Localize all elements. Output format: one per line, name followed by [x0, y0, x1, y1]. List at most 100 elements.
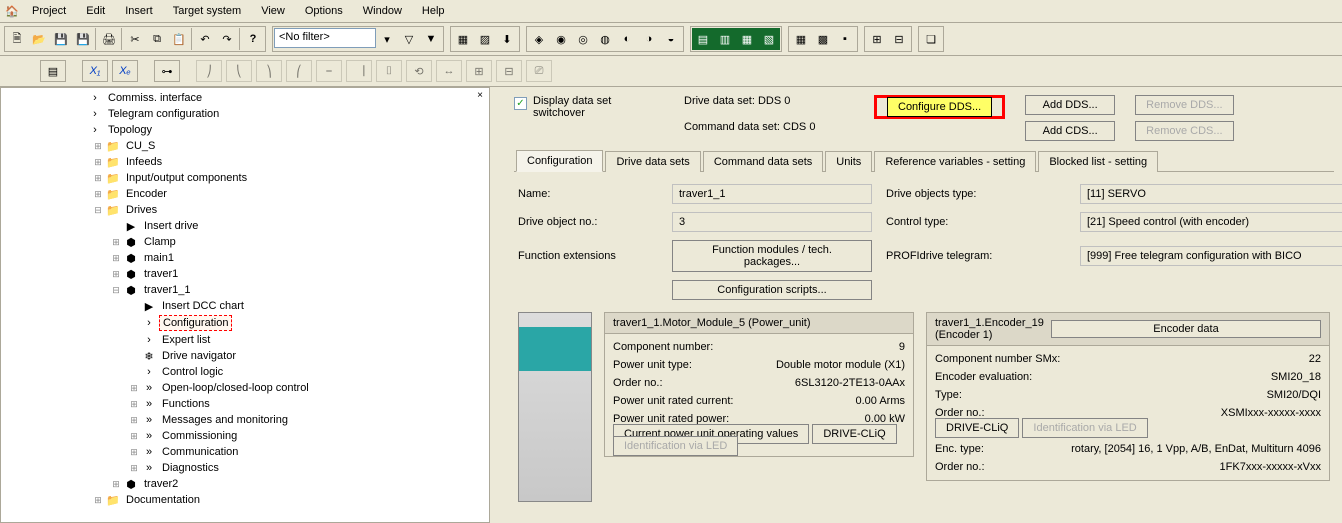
tree-close-icon[interactable]: × [473, 90, 487, 104]
menu-edit[interactable]: Edit [78, 2, 113, 20]
tree-label[interactable]: Clamp [141, 235, 179, 249]
tree-label[interactable]: main1 [141, 251, 177, 265]
tree-node[interactable]: ⊞⬢traver2 [5, 476, 489, 492]
sbtn-x1[interactable]: X₁ [82, 60, 108, 82]
filter-bold-icon[interactable]: ▼ [420, 28, 442, 50]
tree-label[interactable]: traver1_1 [141, 283, 193, 297]
tree-node[interactable]: ⊟📁Drives [5, 202, 489, 218]
tree-expander-icon[interactable]: ⊞ [109, 268, 123, 280]
grid2-icon[interactable]: ▩ [812, 28, 834, 50]
tree-expander-icon[interactable]: ⊞ [91, 494, 105, 506]
tree-label[interactable]: traver2 [141, 477, 181, 491]
disconnect-icon[interactable]: ▨ [474, 28, 496, 50]
tab-blocked-list[interactable]: Blocked list - setting [1038, 151, 1158, 172]
tree-node[interactable]: ⊞»Messages and monitoring [5, 412, 489, 428]
tree-node[interactable]: ›Control logic [5, 364, 489, 380]
download-icon[interactable]: ⬇ [496, 28, 518, 50]
sbtn-6[interactable]: ⎝ [226, 60, 252, 82]
tab-units[interactable]: Units [825, 151, 872, 172]
tool7-icon[interactable]: ◎ [572, 28, 594, 50]
tree-expander-icon[interactable]: ⊞ [127, 446, 141, 458]
sbtn-link[interactable]: ⊶ [154, 60, 180, 82]
tree-label[interactable]: Documentation [123, 493, 203, 507]
tree-node[interactable]: ›Expert list [5, 332, 489, 348]
scope2-icon[interactable]: ▥ [714, 28, 736, 50]
tree-node[interactable]: ⊞⬢Clamp [5, 234, 489, 250]
power-drivecliq-button[interactable]: DRIVE-CLiQ [812, 424, 896, 444]
tab-drive-data-sets[interactable]: Drive data sets [605, 151, 700, 172]
tab-command-data-sets[interactable]: Command data sets [703, 151, 823, 172]
sbtn-8[interactable]: ⎛ [286, 60, 312, 82]
tool9-icon[interactable]: ◐ [616, 28, 638, 50]
tool6-icon[interactable]: ◉ [550, 28, 572, 50]
tree-label[interactable]: Configuration [159, 315, 232, 331]
tree-label[interactable]: Expert list [159, 333, 213, 347]
tree-label[interactable]: traver1 [141, 267, 181, 281]
tree-label[interactable]: Commiss. interface [105, 91, 205, 105]
remove-dds-button[interactable]: Remove DDS... [1135, 95, 1233, 115]
scope3-icon[interactable]: ▦ [736, 28, 758, 50]
display-switchover-checkbox[interactable]: ✓ [514, 97, 527, 110]
encoder-led-button[interactable]: Identification via LED [1022, 418, 1147, 438]
tree-expander-icon[interactable]: ⊞ [127, 462, 141, 474]
tool11-icon[interactable]: ◒ [660, 28, 682, 50]
tree-label[interactable]: CU_S [123, 139, 158, 153]
tree-node[interactable]: ❄Drive navigator [5, 348, 489, 364]
filter-apply-icon[interactable]: ▽ [398, 28, 420, 50]
menu-help[interactable]: Help [414, 2, 453, 20]
menu-options[interactable]: Options [297, 2, 351, 20]
configure-dds-button[interactable]: Configure DDS... [887, 97, 992, 117]
tree-label[interactable]: Insert drive [141, 219, 201, 233]
tree-expander-icon[interactable]: ⊞ [91, 156, 105, 168]
tree-node[interactable]: ⊞»Diagnostics [5, 460, 489, 476]
tree-node[interactable]: ▶Insert DCC chart [5, 298, 489, 314]
save-icon[interactable]: 💾 [50, 28, 72, 50]
print-icon[interactable]: 🖨 [98, 28, 120, 50]
tool8-icon[interactable]: ◍ [594, 28, 616, 50]
sbtn-9[interactable]: ⎯ [316, 60, 342, 82]
tree-expander-icon[interactable]: ⊞ [91, 140, 105, 152]
sbtn-14[interactable]: ⊞ [466, 60, 492, 82]
layout2-icon[interactable]: ⊟ [888, 28, 910, 50]
tree-node[interactable]: ›Configuration [5, 314, 489, 332]
tree-expander-icon[interactable]: ⊞ [109, 478, 123, 490]
sbtn-xe[interactable]: Xₑ [112, 60, 138, 82]
tree-expander-icon[interactable]: ⊞ [109, 252, 123, 264]
tree-node[interactable]: ⊞📁Input/output components [5, 170, 489, 186]
tool10-icon[interactable]: ◑ [638, 28, 660, 50]
remove-cds-button[interactable]: Remove CDS... [1135, 121, 1233, 141]
tree-expander-icon[interactable]: ⊞ [91, 172, 105, 184]
redo-icon[interactable]: ↷ [216, 28, 238, 50]
menu-target[interactable]: Target system [165, 2, 249, 20]
tab-configuration[interactable]: Configuration [516, 150, 603, 172]
tree-node[interactable]: ⊞⬢main1 [5, 250, 489, 266]
sbtn-12[interactable]: ⟲ [406, 60, 432, 82]
tree-label[interactable]: Control logic [159, 365, 226, 379]
tool5-icon[interactable]: ◈ [528, 28, 550, 50]
tree-expander-icon[interactable]: ⊞ [91, 188, 105, 200]
tree-label[interactable]: Insert DCC chart [159, 299, 247, 313]
tree-node[interactable]: ⊞📁Infeeds [5, 154, 489, 170]
new-icon[interactable]: 🗎 [6, 28, 28, 50]
encoder-drivecliq-button[interactable]: DRIVE-CLiQ [935, 418, 1019, 438]
add-cds-button[interactable]: Add CDS... [1025, 121, 1115, 141]
config-scripts-button[interactable]: Configuration scripts... [672, 280, 872, 300]
tree-label[interactable]: Commissioning [159, 429, 240, 443]
sbtn-1[interactable]: ▤ [40, 60, 66, 82]
tree-label[interactable]: Drives [123, 203, 160, 217]
tab-reference-variables[interactable]: Reference variables - setting [874, 151, 1036, 172]
saveall-icon[interactable]: 💾 [72, 28, 94, 50]
tree-label[interactable]: Drive navigator [159, 349, 239, 363]
menu-window[interactable]: Window [355, 2, 410, 20]
sbtn-11[interactable]: ⌷ [376, 60, 402, 82]
project-tree[interactable]: × ›Commiss. interface›Telegram configura… [0, 87, 490, 523]
tree-expander-icon[interactable]: ⊟ [109, 284, 123, 296]
power-led-button[interactable]: Identification via LED [613, 436, 738, 456]
open-icon[interactable]: 📂 [28, 28, 50, 50]
tree-node[interactable]: ⊞📁Encoder [5, 186, 489, 202]
menu-project[interactable]: Project [24, 2, 74, 20]
tree-node[interactable]: ›Commiss. interface [5, 90, 489, 106]
function-modules-button[interactable]: Function modules / tech. packages... [672, 240, 872, 272]
tree-node[interactable]: ›Telegram configuration [5, 106, 489, 122]
menu-view[interactable]: View [253, 2, 293, 20]
